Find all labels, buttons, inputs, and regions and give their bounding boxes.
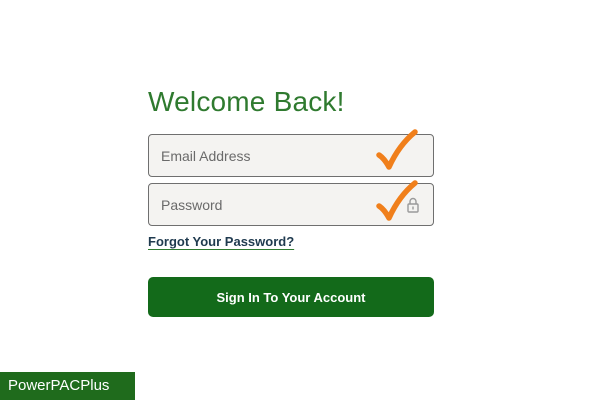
- login-page: Welcome Back! Forgot Your Password? Sign…: [0, 0, 600, 400]
- forgot-password-link[interactable]: Forgot Your Password?: [148, 234, 294, 249]
- sign-in-button[interactable]: Sign In To Your Account: [148, 277, 434, 317]
- checkmark-icon: [376, 129, 418, 170]
- checkmark-icon: [376, 180, 418, 221]
- page-title: Welcome Back!: [148, 86, 345, 117]
- brand-badge: PowerPACPlus: [0, 372, 135, 400]
